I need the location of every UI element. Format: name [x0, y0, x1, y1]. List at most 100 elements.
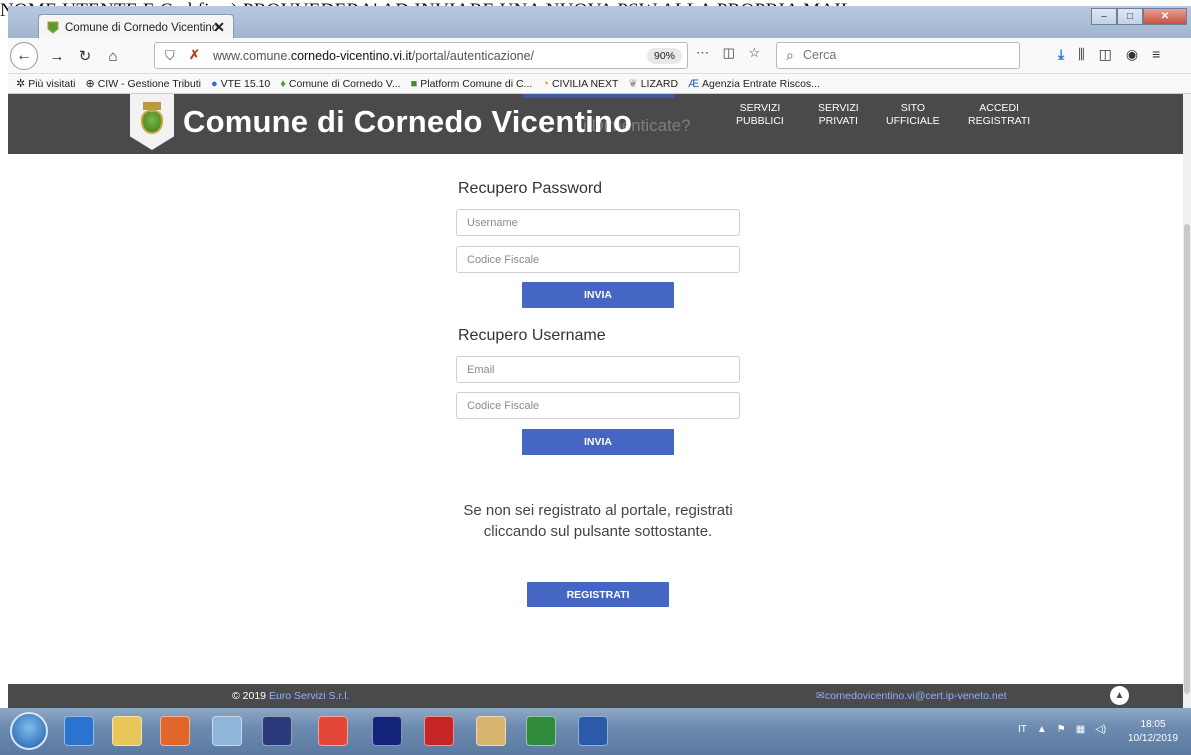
bookmark-item[interactable]: ■ Platform Comune di C... [411, 78, 533, 90]
bookmark-item[interactable]: ◔ CIVILIA NEXT [542, 78, 618, 90]
bookmark-item[interactable]: ✲ Più visitati [16, 77, 75, 91]
explorer-icon[interactable] [112, 716, 142, 746]
nav-servizi-pubblici[interactable]: SERVIZI PUBBLICI [736, 102, 784, 128]
bookmark-item[interactable]: ⊕ CIW - Gestione Tributi [85, 77, 201, 91]
web-page: i Dimenticate? Comune di Cornedo Vicenti… [8, 94, 1183, 708]
codice-fiscale-input-2[interactable] [457, 393, 739, 418]
clock[interactable]: 18:05 10/12/2019 [1128, 718, 1178, 746]
zoom-level[interactable]: 90% [647, 48, 683, 64]
mail-icon: ✉ [816, 690, 825, 702]
system-tray: IT ▲ ⚑ ▦ ◁) [1018, 724, 1106, 735]
platform-icon: ■ [410, 77, 418, 90]
gear-icon: ✲ [16, 78, 26, 90]
nav-sito-ufficiale[interactable]: SITO UFFICIALE [886, 102, 940, 128]
maximize-icon[interactable]: □ [1117, 8, 1143, 25]
volume-icon[interactable]: ◁) [1095, 724, 1106, 735]
civilia-icon: ◔ [542, 77, 549, 90]
browser-tab[interactable]: Comune di Cornedo Vicentino ✕ [38, 14, 234, 40]
lizard-icon: ❦ [628, 78, 638, 90]
ae-icon: Æ [688, 77, 700, 90]
shield-icon: ⛉ [165, 48, 175, 63]
username-input[interactable] [457, 210, 739, 235]
start-button[interactable] [10, 712, 48, 750]
chevron-up-icon[interactable]: ▲ [1037, 724, 1047, 735]
register-notice: Se non sei registrato al portale, regist… [463, 502, 733, 540]
library-icon[interactable]: ⫼ [1078, 46, 1084, 63]
username-recovery-heading: Recupero Username [458, 327, 606, 344]
language-indicator[interactable]: IT [1018, 724, 1027, 735]
bookmark-item[interactable]: Æ Agenzia Entrate Riscos... [688, 78, 820, 90]
pec-email-link[interactable]: ✉cornedovicentino.vi@cert.ip-veneto.net [816, 690, 1007, 702]
scrollbar[interactable] [1183, 94, 1191, 708]
home-icon[interactable]: ⌂ [100, 44, 126, 68]
media-player-icon[interactable] [160, 716, 190, 746]
search-input[interactable] [803, 48, 1003, 62]
acrobat-icon[interactable] [424, 716, 454, 746]
search-bar[interactable]: ⌕ [776, 42, 1020, 69]
email-input[interactable] [457, 357, 739, 382]
page-actions[interactable]: ⋯ ◫ ☆ [696, 45, 765, 61]
chrome-icon[interactable] [318, 716, 348, 746]
sidebar-icon[interactable]: ◫ [1099, 46, 1112, 63]
windows-taskbar: IT ▲ ⚑ ▦ ◁) 18:05 10/12/2019 [0, 708, 1191, 755]
firefox-icon[interactable] [262, 716, 292, 746]
site-footer: © 2019 Euro Servizi S.r.l. ✉cornedovicen… [8, 684, 1183, 708]
ie-icon[interactable] [64, 716, 94, 746]
nav-servizi-privati[interactable]: SERVIZI PRIVATI [818, 102, 859, 128]
crest-icon: ♦ [280, 77, 286, 90]
toolbar-icons: ⤓ ⫼ ◫ ◉ ≡ [1058, 46, 1160, 63]
navigation-toolbar: ← → ↻ ⌂ ⛉ ✗ www.comune.cornedo-vicentino… [8, 38, 1191, 74]
codice-fiscale-field-2[interactable] [456, 392, 740, 419]
url-text: www.comune.cornedo-vicentino.vi.it/porta… [213, 49, 535, 63]
bookmark-item[interactable]: ❦ LIZARD [628, 77, 678, 91]
network-icon[interactable]: ▦ [1076, 724, 1085, 735]
close-tab-icon[interactable]: ✕ [213, 19, 225, 36]
chevron-up-icon[interactable]: ▲ [1110, 686, 1129, 705]
tools-icon[interactable] [212, 716, 242, 746]
crest-logo[interactable] [130, 94, 174, 150]
password-recovery-heading: Recupero Password [458, 180, 603, 197]
word-icon[interactable] [578, 716, 608, 746]
menu-icon[interactable]: ≡ [1152, 46, 1160, 63]
insecure-lock-icon[interactable]: ✗ [189, 47, 200, 63]
window-controls: – □ ✕ [1091, 8, 1187, 25]
municipal-app-icon[interactable] [372, 716, 402, 746]
users-icon[interactable] [476, 716, 506, 746]
minimize-icon[interactable]: – [1091, 8, 1117, 25]
crest-icon [47, 21, 59, 34]
close-window-icon[interactable]: ✕ [1143, 8, 1187, 25]
scroll-thumb[interactable] [1184, 224, 1190, 694]
tab-title: Comune di Cornedo Vicentino [65, 21, 219, 34]
title-bar: Comune di Cornedo Vicentino ✕ – □ ✕ [8, 6, 1191, 40]
flag-icon[interactable]: ⚑ [1057, 724, 1066, 735]
copyright: © 2019 Euro Servizi S.r.l. [232, 690, 350, 702]
username-field[interactable] [456, 209, 740, 236]
password-submit-button[interactable]: INVIA [522, 282, 674, 308]
globe-icon: ⊕ [85, 78, 95, 90]
address-bar[interactable]: ⛉ ✗ www.comune.cornedo-vicentino.vi.it/p… [154, 42, 688, 69]
codice-fiscale-field[interactable] [456, 246, 740, 273]
forward-icon[interactable]: → [44, 44, 70, 68]
download-icon[interactable]: ⤓ [1058, 46, 1064, 63]
shield-icon [141, 110, 163, 134]
browser-window: Comune di Cornedo Vicentino ✕ – □ ✕ ← → … [0, 6, 1191, 755]
hidden-button [523, 94, 675, 98]
reload-icon[interactable]: ↻ [72, 44, 98, 68]
excel-icon[interactable] [526, 716, 556, 746]
nav-accedi-registrati[interactable]: ACCEDI REGISTRATI [968, 102, 1030, 128]
bookmark-item[interactable]: ● VTE 15.10 [211, 78, 270, 90]
username-submit-button[interactable]: INVIA [522, 429, 674, 455]
circle-icon: ● [210, 77, 218, 90]
register-button[interactable]: REGISTRATI [527, 582, 669, 607]
codice-fiscale-input[interactable] [457, 247, 739, 272]
site-title[interactable]: Comune di Cornedo Vicentino [183, 104, 632, 140]
search-icon: ⌕ [786, 47, 794, 63]
crown-icon [143, 102, 161, 110]
bookmark-item[interactable]: ♦ Comune di Cornedo V... [280, 78, 400, 90]
bookmarks-bar: ✲ Più visitati ⊕ CIW - Gestione Tributi ● V… [8, 74, 1191, 94]
company-link[interactable]: Euro Servizi S.r.l. [269, 690, 350, 702]
back-icon[interactable]: ← [10, 42, 38, 70]
site-header: i Dimenticate? Comune di Cornedo Vicenti… [8, 94, 1183, 154]
email-field[interactable] [456, 356, 740, 383]
account-icon[interactable]: ◉ [1126, 46, 1138, 63]
